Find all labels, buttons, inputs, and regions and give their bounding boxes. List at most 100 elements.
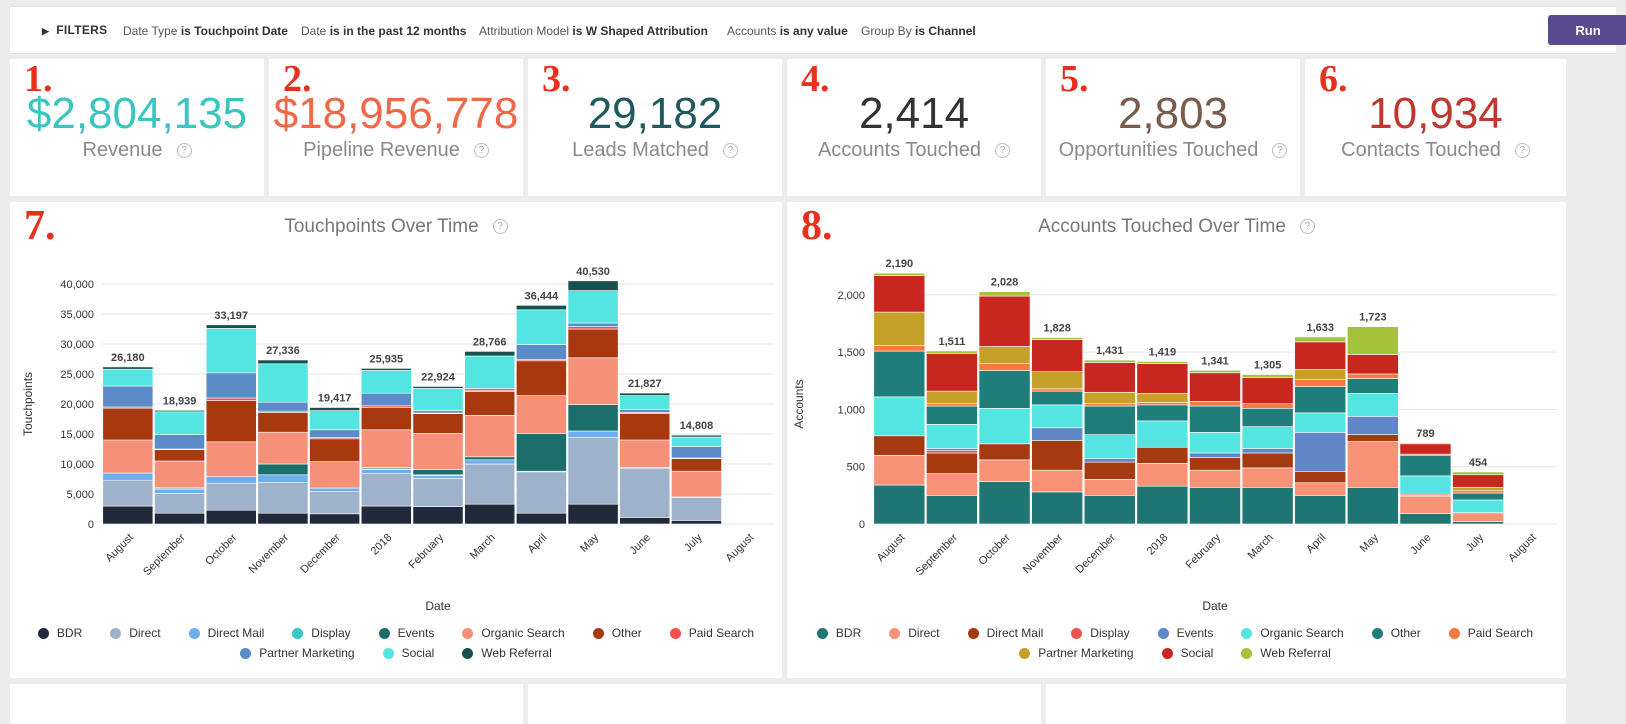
bar-segment[interactable] xyxy=(1031,469,1083,493)
bar-segment[interactable] xyxy=(1241,426,1294,449)
bar-segment[interactable] xyxy=(926,390,978,405)
bar-segment[interactable] xyxy=(926,424,978,449)
run-button[interactable]: Run xyxy=(1548,15,1626,45)
legend-item[interactable]: Display xyxy=(1071,626,1130,640)
help-icon[interactable]: ? xyxy=(722,143,738,159)
bar-segment[interactable] xyxy=(309,487,360,492)
bar-segment[interactable] xyxy=(978,443,1031,461)
bar-segment[interactable] xyxy=(1347,373,1399,379)
bar-segment[interactable] xyxy=(309,491,360,515)
bar-segment[interactable] xyxy=(1189,405,1241,433)
legend-item[interactable]: Direct xyxy=(110,626,161,640)
bar-segment[interactable] xyxy=(464,391,516,416)
bar-segment[interactable] xyxy=(1347,393,1399,417)
bar-segment[interactable] xyxy=(1189,401,1241,407)
bar-segment[interactable] xyxy=(671,458,722,472)
bar-segment[interactable] xyxy=(1031,337,1083,340)
bar-segment[interactable] xyxy=(1083,405,1136,435)
bar-segment[interactable] xyxy=(412,433,464,470)
legend-item[interactable]: Partner Marketing xyxy=(1019,646,1134,660)
bar-segment[interactable] xyxy=(102,366,154,370)
bar-segment[interactable] xyxy=(978,291,1031,297)
bar-segment[interactable] xyxy=(978,346,1031,364)
bar-segment[interactable] xyxy=(1031,390,1083,406)
legend-item[interactable]: Organic Search xyxy=(462,626,565,640)
bar-segment[interactable] xyxy=(309,407,360,411)
bar-segment[interactable] xyxy=(619,395,671,410)
bar-segment[interactable] xyxy=(516,344,567,360)
legend-item[interactable]: Display xyxy=(292,626,351,640)
bar-segment[interactable] xyxy=(412,386,464,389)
bar-segment[interactable] xyxy=(1399,513,1452,525)
bar-segment[interactable] xyxy=(309,429,360,438)
bar-segment[interactable] xyxy=(102,439,154,474)
bar-segment[interactable] xyxy=(1241,452,1294,469)
bar-segment[interactable] xyxy=(1347,354,1399,375)
bar-segment[interactable] xyxy=(619,439,671,468)
bar-segment[interactable] xyxy=(464,463,516,505)
bar-segment[interactable] xyxy=(412,410,464,414)
bar-segment[interactable] xyxy=(619,392,671,396)
bar-segment[interactable] xyxy=(1189,457,1241,471)
bar-segment[interactable] xyxy=(154,493,205,514)
bar-segment[interactable] xyxy=(1031,491,1083,525)
bar-segment[interactable] xyxy=(360,505,412,525)
bar-segment[interactable] xyxy=(671,434,722,438)
bar-segment[interactable] xyxy=(464,415,516,458)
bar-segment[interactable] xyxy=(978,481,1031,525)
bar-segment[interactable] xyxy=(1241,408,1294,427)
legend-item[interactable]: Partner Marketing xyxy=(240,646,355,660)
legend-item[interactable]: Other xyxy=(1371,626,1421,640)
bar-segment[interactable] xyxy=(619,517,671,525)
bar-segment[interactable] xyxy=(567,328,619,359)
legend-item[interactable]: BDR xyxy=(816,626,861,640)
legend-item[interactable]: Other xyxy=(592,626,642,640)
legend-item[interactable]: BDR xyxy=(37,626,82,640)
bar-segment[interactable] xyxy=(1347,487,1399,525)
bar-segment[interactable] xyxy=(205,328,257,374)
bar-segment[interactable] xyxy=(154,488,205,494)
bar-segment[interactable] xyxy=(671,520,722,525)
bar-segment[interactable] xyxy=(102,479,154,507)
bar-segment[interactable] xyxy=(1031,371,1083,390)
bar-segment[interactable] xyxy=(516,395,567,434)
bar-segment[interactable] xyxy=(516,512,567,525)
bar-segment[interactable] xyxy=(257,474,309,483)
bar-segment[interactable] xyxy=(1294,482,1347,496)
bar-segment[interactable] xyxy=(1241,374,1294,378)
bar-segment[interactable] xyxy=(1031,339,1083,372)
bar-segment[interactable] xyxy=(873,435,926,456)
bar-segment[interactable] xyxy=(516,309,567,345)
bar-segment[interactable] xyxy=(1399,443,1452,455)
bar-segment[interactable] xyxy=(619,413,671,441)
bar-segment[interactable] xyxy=(619,409,671,413)
bar-segment[interactable] xyxy=(873,272,926,276)
bar-segment[interactable] xyxy=(1189,452,1241,458)
bar-segment[interactable] xyxy=(360,473,412,507)
bar-segment[interactable] xyxy=(978,370,1031,409)
bar-segment[interactable] xyxy=(1452,474,1504,488)
legend-item[interactable]: Paid Search xyxy=(1448,626,1533,640)
bar-segment[interactable] xyxy=(412,475,464,479)
bar-segment[interactable] xyxy=(102,505,154,525)
bar-segment[interactable] xyxy=(412,413,464,434)
bar-segment[interactable] xyxy=(360,469,412,474)
bar-segment[interactable] xyxy=(309,438,360,462)
bar-segment[interactable] xyxy=(1294,379,1347,387)
bar-segment[interactable] xyxy=(1241,487,1294,525)
bar-segment[interactable] xyxy=(926,353,978,392)
bar-segment[interactable] xyxy=(567,326,619,330)
bar-segment[interactable] xyxy=(1189,370,1241,374)
bar-segment[interactable] xyxy=(257,482,309,514)
bar-segment[interactable] xyxy=(309,513,360,525)
bar-segment[interactable] xyxy=(154,460,205,488)
bar-segment[interactable] xyxy=(1136,393,1189,403)
bar-segment[interactable] xyxy=(1294,369,1347,380)
bar-segment[interactable] xyxy=(412,469,464,476)
bar-segment[interactable] xyxy=(516,305,567,311)
bar-segment[interactable] xyxy=(926,350,978,354)
bar-segment[interactable] xyxy=(1031,388,1083,392)
help-icon[interactable]: ? xyxy=(176,143,192,159)
bar-segment[interactable] xyxy=(516,360,567,396)
bar-segment[interactable] xyxy=(1399,442,1452,445)
